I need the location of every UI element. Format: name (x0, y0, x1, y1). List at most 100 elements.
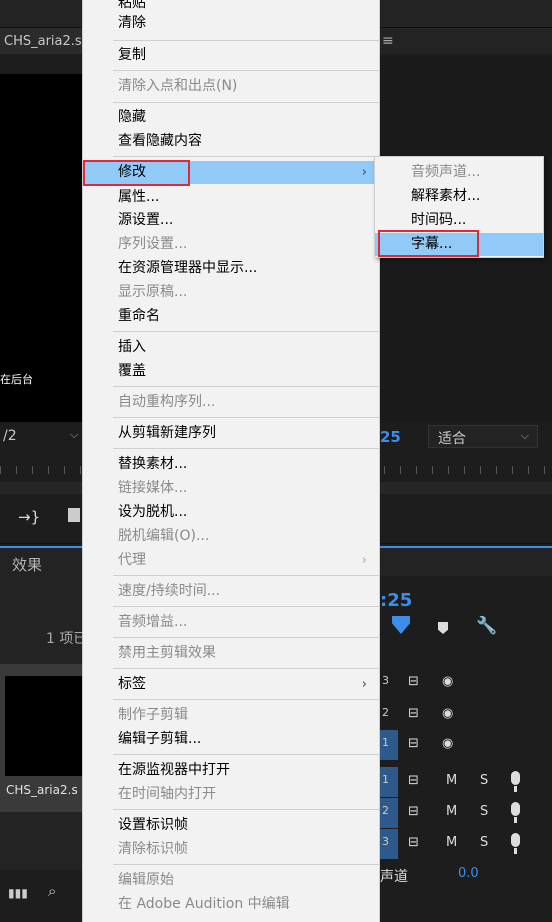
menu-item-new-sequence-from-clip[interactable]: 从剪辑新建序列 (83, 422, 379, 445)
tab-effects[interactable]: 效果 (0, 546, 82, 576)
submenu-item-label: 解释素材... (411, 188, 481, 204)
audio-track-3[interactable]: 3 ⊟ M S (380, 829, 552, 859)
search-icon[interactable]: ⌕ (48, 882, 56, 900)
submenu-item-audio-channels[interactable]: 音频声道... (375, 161, 543, 184)
panel-menu-icon[interactable]: ≡ (382, 33, 394, 49)
menu-item-open-in-timeline[interactable]: 在时间轴内打开 (83, 783, 379, 806)
submenu-item-captions[interactable]: 字幕... (375, 233, 543, 256)
menu-item-auto-reframe[interactable]: 自动重构序列... (83, 391, 379, 414)
mute-button[interactable]: M (446, 773, 457, 788)
menu-item-view-hidden[interactable]: 查看隐藏内容 (83, 130, 379, 153)
sync-lock-icon[interactable]: ⊟ (408, 706, 419, 721)
menu-item-label: 自动重构序列... (118, 394, 216, 410)
menu-item-edit-original[interactable]: 编辑原始 (83, 869, 379, 892)
video-track-3[interactable]: 3 ⊟ ◉ (380, 668, 552, 698)
microphone-icon[interactable] (511, 833, 520, 854)
insert-icon[interactable]: →} (18, 508, 40, 526)
wrench-icon[interactable]: 🔧 (476, 616, 497, 636)
sync-lock-icon[interactable]: ⊟ (408, 736, 419, 751)
menu-item-clear[interactable]: 清除 (83, 12, 379, 35)
clip-thumbnail[interactable] (5, 676, 82, 776)
timeline-timecode[interactable]: :25 (380, 590, 412, 611)
list-view-icon[interactable]: ▮▮▮ (8, 886, 28, 900)
menu-item-source-settings[interactable]: 源设置... (83, 209, 379, 232)
sync-lock-icon[interactable]: ⊟ (408, 773, 419, 788)
menu-item-open-in-source-monitor[interactable]: 在源监视器中打开 (83, 759, 379, 782)
menu-item-insert[interactable]: 插入 (83, 336, 379, 359)
track-index: 2 (382, 804, 389, 817)
menu-item-clear-in-out[interactable]: 清除入点和出点(N) (83, 75, 379, 98)
menu-item-overwrite[interactable]: 覆盖 (83, 360, 379, 383)
mute-button[interactable]: M (446, 804, 457, 819)
menu-item-replace-footage[interactable]: 替换素材... (83, 453, 379, 476)
menu-item-duplicate[interactable]: 复制 (83, 44, 379, 67)
microphone-icon[interactable] (511, 802, 520, 823)
master-volume-value[interactable]: 0.0 (458, 866, 479, 881)
menu-item-reveal-original[interactable]: 显示原稿... (83, 281, 379, 304)
program-timecode[interactable]: 25 (380, 428, 401, 446)
menu-item-clear-poster-frame[interactable]: 清除标识帧 (83, 838, 379, 861)
menu-separator (113, 575, 379, 576)
menu-item-hide[interactable]: 隐藏 (83, 106, 379, 129)
video-track-2[interactable]: 2 ⊟ ◉ (380, 700, 552, 730)
menu-item-proxy[interactable]: 代理 › (83, 549, 379, 572)
menu-item-rename[interactable]: 重命名 (83, 305, 379, 328)
menu-item-link-media[interactable]: 链接媒体... (83, 477, 379, 500)
menu-item-label: 覆盖 (118, 363, 146, 379)
source-monitor-tab[interactable]: CHS_aria2.sr (0, 28, 82, 54)
eye-icon[interactable]: ◉ (442, 706, 453, 721)
menu-item-label: 音频增益... (118, 614, 188, 630)
eye-icon[interactable]: ◉ (442, 736, 453, 751)
menu-item-properties[interactable]: 属性... (83, 186, 379, 209)
overwrite-icon[interactable] (68, 508, 80, 522)
menu-item-disable-master-clip-effects[interactable]: 禁用主剪辑效果 (83, 642, 379, 665)
menu-item-label: 脱机编辑(O)... (118, 528, 210, 544)
menu-item-edit-offline[interactable]: 脱机编辑(O)... (83, 525, 379, 548)
menu-item-edit-subclip[interactable]: 编辑子剪辑... (83, 728, 379, 751)
microphone-icon[interactable] (511, 771, 520, 792)
menu-separator (113, 809, 379, 810)
menu-separator (113, 699, 379, 700)
menu-item-make-offline[interactable]: 设为脱机... (83, 501, 379, 524)
sync-lock-icon[interactable]: ⊟ (408, 674, 419, 689)
video-track-1[interactable]: 1 ⊟ ◉ (380, 730, 552, 760)
menu-item-label: 清除标识帧 (118, 841, 188, 857)
menu-item-set-poster-frame[interactable]: 设置标识帧 (83, 814, 379, 837)
menu-separator (113, 102, 379, 103)
submenu-item-interpret-footage[interactable]: 解释素材... (375, 185, 543, 208)
menu-item-label: 显示原稿... (118, 284, 188, 300)
menu-item-label: 隐藏 (118, 109, 146, 125)
submenu-item-timecode[interactable]: 时间码... (375, 209, 543, 232)
solo-button[interactable]: S (480, 773, 488, 788)
audio-track-2[interactable]: 2 ⊟ M S (380, 798, 552, 828)
menu-item-label: 禁用主剪辑效果 (118, 645, 216, 661)
audio-track-1[interactable]: 1 ⊟ M S (380, 767, 552, 797)
chevron-right-icon: › (361, 553, 367, 568)
track-index: 1 (382, 773, 389, 786)
solo-button[interactable]: S (480, 835, 488, 850)
chevron-down-icon[interactable]: ⌵ (70, 428, 78, 442)
menu-item-sequence-settings[interactable]: 序列设置... (83, 233, 379, 256)
timeline-header (380, 546, 552, 576)
menu-item-edit-in-audition[interactable]: 在 Adobe Audition 中编辑 (83, 893, 379, 916)
menu-item-audio-gain[interactable]: 音频增益... (83, 611, 379, 634)
menu-item-speed-duration[interactable]: 速度/持续时间... (83, 580, 379, 603)
resolution-select[interactable]: /2 (3, 428, 17, 444)
zoom-fit-select[interactable]: 适合 ⌵ (428, 425, 538, 448)
fit-select-label: 适合 (438, 431, 466, 447)
sync-lock-icon[interactable]: ⊟ (408, 835, 419, 850)
menu-item-label: 源设置... (118, 212, 174, 228)
menu-separator (113, 331, 379, 332)
menu-item-make-subclip[interactable]: 制作子剪辑 (83, 704, 379, 727)
menu-item-label: 序列设置... (118, 236, 188, 252)
mute-button[interactable]: M (446, 835, 457, 850)
eye-icon[interactable]: ◉ (442, 674, 453, 689)
solo-button[interactable]: S (480, 804, 488, 819)
track-index: 3 (382, 835, 389, 848)
menu-item-label-color[interactable]: 标签 › (83, 673, 379, 696)
menu-item-label: 清除 (118, 15, 146, 31)
menu-item-reveal-in-explorer[interactable]: 在资源管理器中显示... (83, 257, 379, 280)
sync-lock-icon[interactable]: ⊟ (408, 804, 419, 819)
menu-item-modify[interactable]: 修改 › (83, 161, 379, 184)
menu-item-label: 在时间轴内打开 (118, 786, 216, 802)
